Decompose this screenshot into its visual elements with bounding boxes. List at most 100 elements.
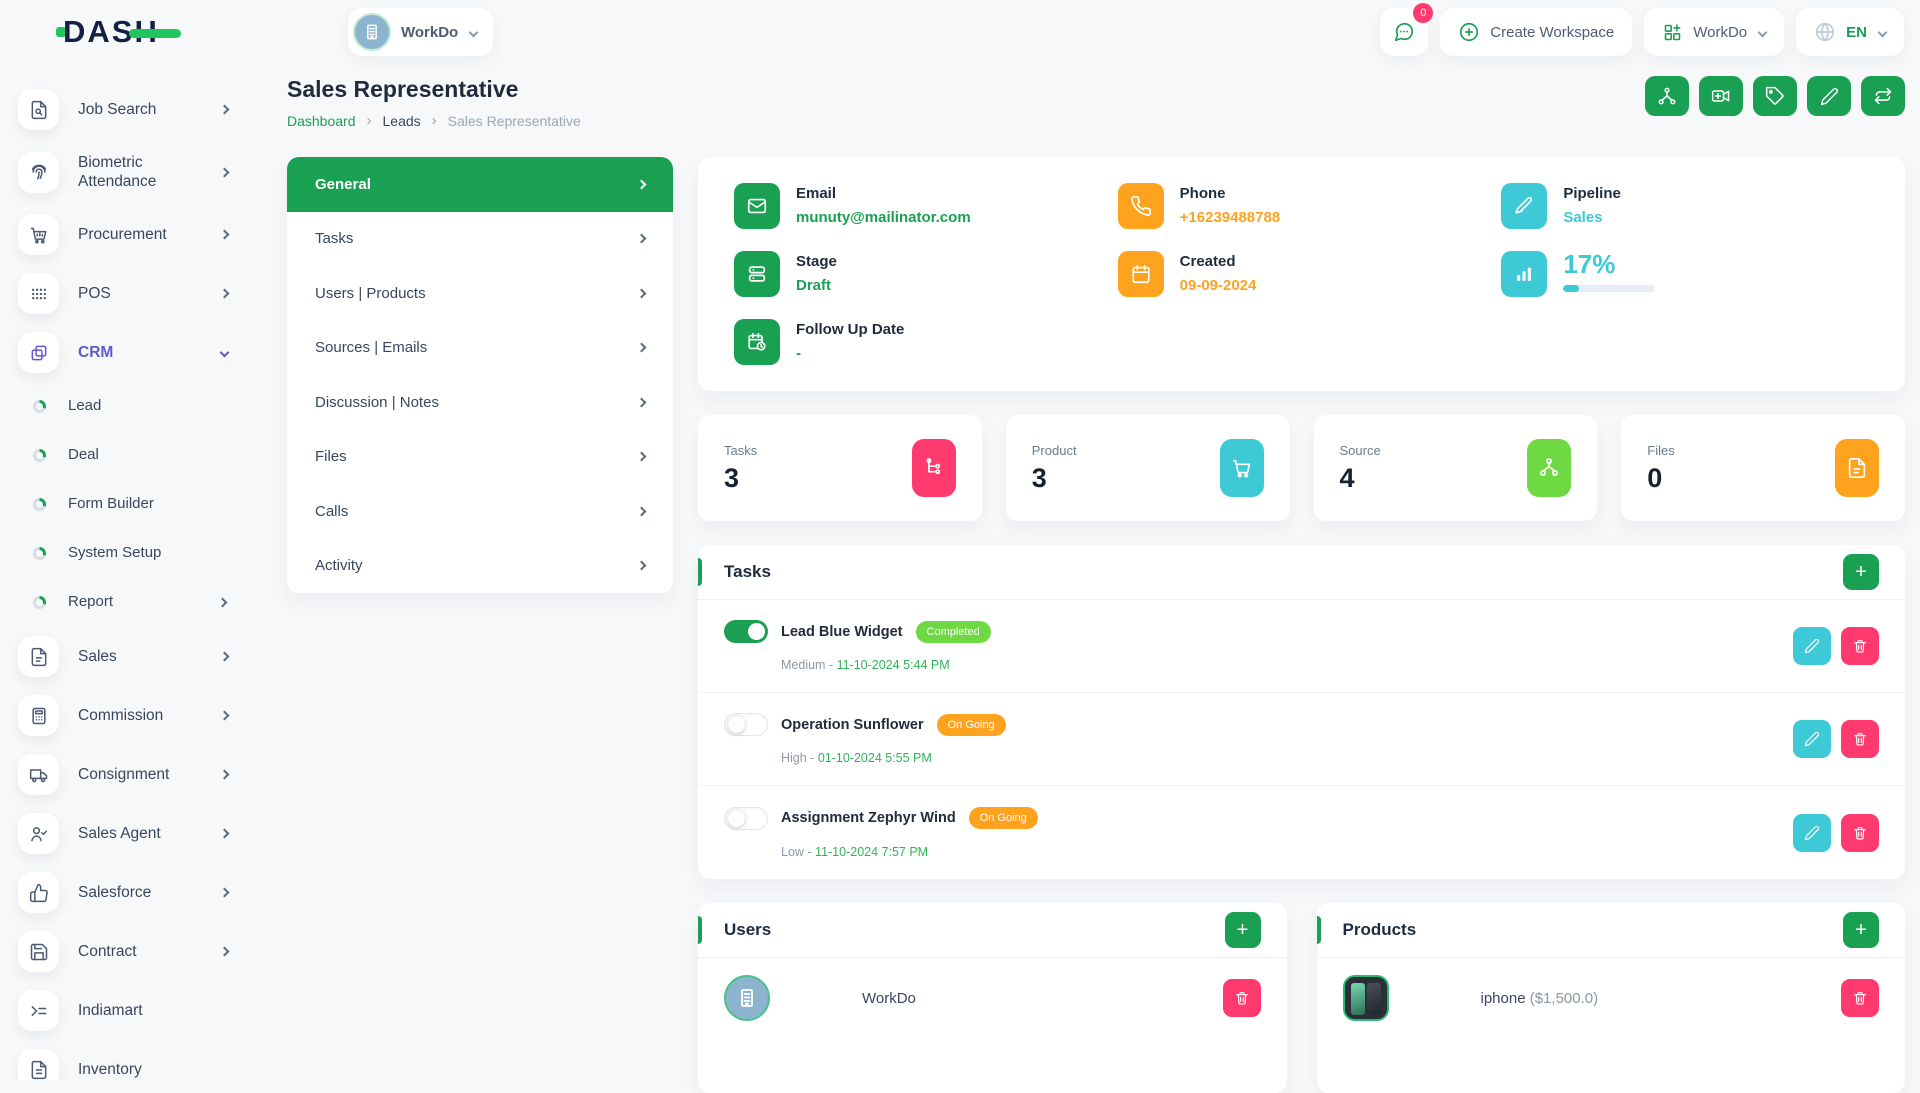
app-logo[interactable]: DASH (56, 14, 266, 50)
edit-task-button[interactable] (1793, 720, 1831, 758)
edit-task-button[interactable] (1793, 627, 1831, 665)
sidebar-item-salesforce[interactable]: Salesforce (18, 863, 268, 922)
sidebar-item-label: Sales Agent (78, 824, 161, 843)
task-status-badge: On Going (969, 807, 1038, 829)
info-label: Created (1180, 251, 1257, 270)
bullet-ring-icon (33, 449, 46, 462)
menu-item-label: General (315, 176, 371, 193)
sidebar-item-commission[interactable]: Commission (18, 686, 268, 745)
trash-icon (1852, 825, 1868, 841)
meeting-button[interactable] (1699, 76, 1743, 116)
menu-item-label: Calls (315, 503, 348, 520)
fingerprint-icon (18, 152, 59, 193)
sidebar-subitem-deal[interactable]: Deal (18, 431, 268, 480)
sidebar-item-pos[interactable]: POS (18, 264, 268, 323)
create-workspace-button[interactable]: Create Workspace (1440, 8, 1632, 56)
menu-item-tasks[interactable]: Tasks (287, 212, 673, 267)
add-user-button[interactable]: + (1225, 912, 1261, 948)
task-name: Assignment Zephyr Wind (781, 810, 956, 826)
sidebar-subitem-report[interactable]: Report (18, 578, 268, 627)
breadcrumb-separator-icon (367, 112, 372, 129)
bullet-ring-icon (33, 400, 46, 413)
sidebar-item-contract[interactable]: Contract (18, 922, 268, 981)
workspace-name: WorkDo (401, 24, 458, 41)
sidebar-item-job-search[interactable]: Job Search (18, 80, 268, 139)
pencil-icon (1804, 638, 1820, 654)
workspace-avatar (353, 13, 391, 51)
chevron-right-icon (220, 829, 230, 839)
task-toggle[interactable] (724, 620, 768, 643)
convert-button[interactable] (1861, 76, 1905, 116)
info-follow-up: Follow Up Date - (734, 319, 1102, 365)
sidebar-subitem-system-setup[interactable]: System Setup (18, 529, 268, 578)
tasks-header: Tasks + (698, 545, 1905, 600)
menu-item-activity[interactable]: Activity (287, 539, 673, 594)
info-stage: Stage Draft (734, 251, 1102, 297)
chevron-right-icon (637, 288, 647, 298)
remove-product-button[interactable] (1841, 979, 1879, 1017)
sidebar-item-crm[interactable]: CRM (18, 323, 268, 382)
language-selector[interactable]: EN (1796, 8, 1904, 56)
company-selector[interactable]: WorkDo (1644, 8, 1784, 56)
labels-button[interactable] (1753, 76, 1797, 116)
stat-value: 0 (1647, 463, 1674, 494)
menu-item-discussion-notes[interactable]: Discussion | Notes (287, 375, 673, 430)
edit-lead-button[interactable] (1807, 76, 1851, 116)
menu-item-sources-emails[interactable]: Sources | Emails (287, 321, 673, 376)
chevron-right-icon (218, 598, 228, 608)
info-value: Sales (1563, 209, 1621, 226)
sitemap-icon (1527, 439, 1571, 497)
create-workspace-label: Create Workspace (1490, 24, 1614, 41)
breadcrumb: Dashboard Leads Sales Representative (287, 112, 581, 129)
task-toggle[interactable] (724, 807, 768, 830)
delete-task-button[interactable] (1841, 627, 1879, 665)
sidebar-item-biometric-attendance[interactable]: Biometric Attendance (18, 139, 268, 205)
pencil-icon (1804, 825, 1820, 841)
info-value: 09-09-2024 (1180, 277, 1257, 294)
workspace-selector[interactable]: WorkDo (348, 8, 493, 56)
sidebar-item-inventory[interactable]: Inventory (18, 1040, 268, 1080)
delete-task-button[interactable] (1841, 720, 1879, 758)
edit-task-button[interactable] (1793, 814, 1831, 852)
sidebar-subitem-lead[interactable]: Lead (18, 382, 268, 431)
pencil-icon (1804, 731, 1820, 747)
menu-item-files[interactable]: Files (287, 430, 673, 485)
task-datetime: 11-10-2024 7:57 PM (815, 845, 928, 859)
breadcrumb-leads-link[interactable]: Leads (383, 113, 421, 129)
sidebar-item-indiamart[interactable]: Indiamart (18, 981, 268, 1040)
sidebar-item-label: Sales (78, 647, 117, 666)
task-datetime: 11-10-2024 5:44 PM (837, 658, 950, 672)
stages-button[interactable] (1645, 76, 1689, 116)
chevron-right-icon (220, 230, 230, 240)
task-meta: Medium - 11-10-2024 5:44 PM (781, 658, 1793, 672)
indent-icon (18, 990, 59, 1031)
sidebar-item-sales-agent[interactable]: Sales Agent (18, 804, 268, 863)
menu-item-label: Tasks (315, 230, 353, 247)
sidebar-item-sales[interactable]: Sales (18, 627, 268, 686)
remove-user-button[interactable] (1223, 979, 1261, 1017)
messages-count-badge: 0 (1413, 3, 1433, 23)
menu-item-users-products[interactable]: Users | Products (287, 266, 673, 321)
sidebar-item-procurement[interactable]: Procurement (18, 205, 268, 264)
thumbs-up-icon (18, 872, 59, 913)
menu-item-label: Sources | Emails (315, 339, 427, 356)
info-value: Draft (796, 277, 837, 294)
delete-task-button[interactable] (1841, 814, 1879, 852)
menu-item-general[interactable]: General (287, 157, 673, 212)
user-check-icon (18, 813, 59, 854)
product-row: iphone ($1,500.0) (1317, 958, 1906, 1038)
messages-button[interactable]: 0 (1380, 8, 1428, 56)
stat-card-source: Source 4 (1314, 415, 1598, 521)
sidebar-subitem-label: System Setup (68, 544, 161, 563)
task-priority: Medium - (781, 658, 837, 672)
sidebar-item-consignment[interactable]: Consignment (18, 745, 268, 804)
sidebar-subitem-form-builder[interactable]: Form Builder (18, 480, 268, 529)
chat-icon (1393, 21, 1415, 43)
task-toggle[interactable] (724, 713, 768, 736)
info-phone: Phone +16239488788 (1118, 183, 1486, 229)
menu-item-calls[interactable]: Calls (287, 484, 673, 539)
breadcrumb-dashboard-link[interactable]: Dashboard (287, 113, 356, 129)
add-product-button[interactable]: + (1843, 912, 1879, 948)
add-task-button[interactable]: + (1843, 554, 1879, 590)
chevron-right-icon (637, 561, 647, 571)
